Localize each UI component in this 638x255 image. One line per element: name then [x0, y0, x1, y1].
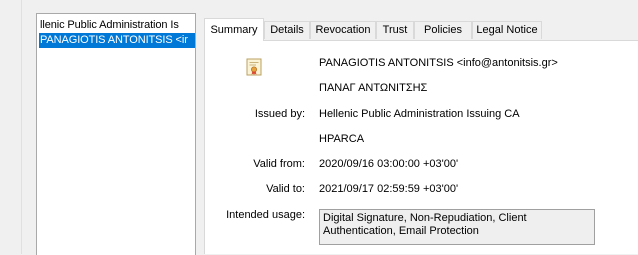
- tab-details[interactable]: Details: [264, 21, 310, 39]
- certificate-icon: [246, 58, 262, 76]
- valid-to-value: 2021/09/17 02:59:59 +03'00': [319, 183, 459, 195]
- tab-revocation[interactable]: Revocation: [310, 21, 376, 39]
- issued-by-label: Issued by:: [254, 108, 305, 120]
- certificate-list-item-selected[interactable]: PANAGIOTIS ANTONITSIS <ir: [39, 33, 195, 48]
- valid-from-label: Valid from:: [253, 158, 305, 170]
- edge-divider: [21, 0, 22, 254]
- certificate-list-item[interactable]: llenic Public Administration Is: [39, 18, 195, 33]
- valid-from-value: 2020/09/16 03:00:00 +03'00': [319, 158, 459, 170]
- tab-summary[interactable]: Summary: [204, 18, 264, 41]
- left-edge: [0, 0, 24, 254]
- intended-usage-field[interactable]: Digital Signature, Non-Repudiation, Clie…: [319, 209, 595, 245]
- tab-legal-notice[interactable]: Legal Notice: [472, 21, 542, 39]
- tab-trust[interactable]: Trust: [376, 21, 414, 39]
- certificate-list[interactable]: llenic Public Administration Is PANAGIOT…: [36, 13, 196, 255]
- issued-by-value: Hellenic Public Administration Issuing C…: [319, 108, 520, 120]
- intended-usage-label: Intended usage:: [226, 209, 305, 221]
- subject-name-greek: ΠΑΝΑΓ ΑΝΤΩΝΙΤΣΗΣ: [319, 82, 428, 94]
- subject-name: PANAGIOTIS ANTONITSIS <info@antonitsis.g…: [319, 57, 558, 69]
- valid-to-label: Valid to:: [266, 183, 305, 195]
- tab-policies[interactable]: Policies: [414, 21, 472, 39]
- issued-by-value-secondary: HPARCA: [319, 133, 365, 145]
